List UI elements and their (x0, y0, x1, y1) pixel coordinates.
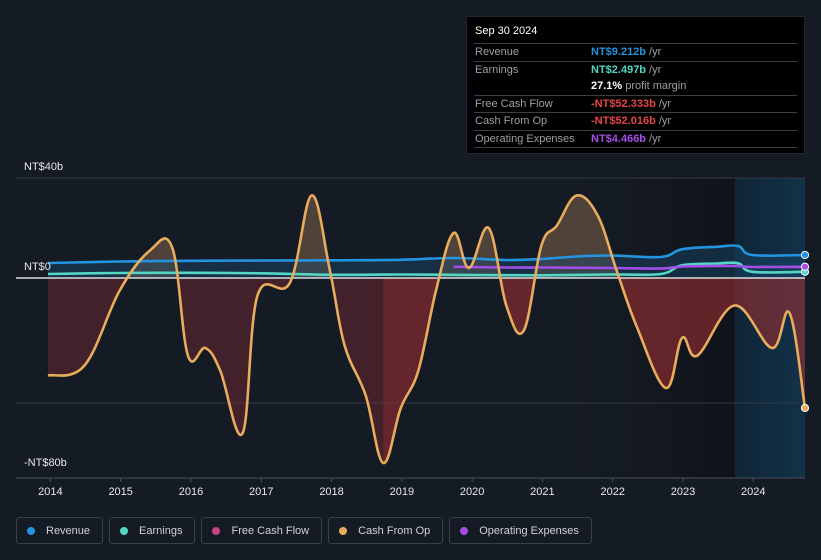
tooltip-unit: /yr (649, 46, 662, 58)
tooltip-label: Free Cash Flow (475, 97, 553, 110)
tooltip-row: Revenue NT$9.212b/yr (474, 44, 797, 62)
legend-label: Operating Expenses (479, 524, 579, 537)
legend-label: Earnings (139, 524, 183, 537)
revenue-end-dot (800, 250, 810, 260)
operating-expenses-end-dot (800, 262, 810, 271)
legend-dot-icon (120, 526, 129, 535)
legend-label: Revenue (46, 524, 91, 537)
tooltip-value: -NT$52.016b (591, 115, 656, 127)
tooltip-value: NT$4.466b (591, 132, 647, 145)
legend-dot-icon (212, 526, 221, 535)
x-tick-label: 2018 (319, 486, 343, 498)
tooltip-row: Earnings NT$2.497b/yr (474, 62, 797, 79)
x-tick-label: 2014 (38, 486, 62, 498)
tooltip-label: Cash From Op (475, 115, 548, 127)
tooltip-value: NT$2.497b (591, 63, 647, 76)
legend-item-operating-expenses[interactable]: Operating Expenses (449, 517, 592, 544)
legend-item-revenue[interactable]: Revenue (16, 517, 104, 544)
tooltip-label: Revenue (475, 46, 520, 58)
tooltip-label: Earnings (475, 63, 519, 76)
tooltip-unit: /yr (649, 63, 662, 76)
x-tick-label: 2020 (460, 486, 484, 498)
tooltip: Sep 30 2024 Revenue NT$9.212b/yr Earnings N… (466, 16, 805, 154)
x-tick-label: 2019 (390, 486, 414, 498)
legend-dot-icon (460, 526, 469, 535)
tooltip-unit: /yr (658, 115, 672, 127)
tooltip-row: Free Cash Flow -NT$52.333b/yr (474, 96, 797, 113)
y-tick-label: NT$0 (24, 261, 51, 273)
tooltip-value: NT$9.212b (591, 46, 647, 58)
x-tick-label: 2017 (249, 486, 273, 498)
tooltip-row: Cash From Op -NT$52.016b/yr (474, 113, 797, 131)
tooltip-value: 27.1% (591, 80, 623, 92)
y-tick-label: -NT$80b (24, 457, 67, 469)
x-tick-label: 2024 (741, 486, 765, 498)
legend-item-free-cash-flow[interactable]: Free Cash Flow (201, 517, 323, 544)
tooltip-label: Operating Expenses (475, 132, 575, 145)
tooltip-row: Operating Expenses NT$4.466b/yr (474, 131, 797, 148)
y-tick-label: NT$40b (24, 161, 63, 173)
legend-dot-icon (27, 526, 35, 535)
x-tick-label: 2023 (671, 486, 695, 498)
x-tick-label: 2021 (530, 486, 554, 498)
tooltip-unit: profit margin (625, 80, 687, 92)
cash-from-op-end-dot (800, 403, 810, 413)
legend-label: Free Cash Flow (231, 524, 310, 537)
legend-label: Cash From Op (358, 524, 431, 537)
legend-item-cash-from-op[interactable]: Cash From Op (328, 517, 444, 544)
legend: Revenue Earnings Free Cash Flow Cash From O… (16, 517, 592, 544)
legend-dot-icon (339, 526, 348, 535)
legend-item-earnings[interactable]: Earnings (109, 517, 196, 544)
tooltip-unit: /yr (649, 132, 662, 145)
tooltip-date: Sep 30 2024 (474, 23, 797, 44)
tooltip-row: 27.1% profit margin (474, 78, 797, 96)
tooltip-value: -NT$52.333b (591, 97, 656, 110)
x-tick-label: 2016 (179, 486, 203, 498)
tooltip-unit: /yr (658, 97, 672, 110)
x-tick-label: 2022 (600, 486, 624, 498)
x-tick-label: 2015 (108, 486, 132, 498)
tooltip-label (474, 78, 591, 95)
